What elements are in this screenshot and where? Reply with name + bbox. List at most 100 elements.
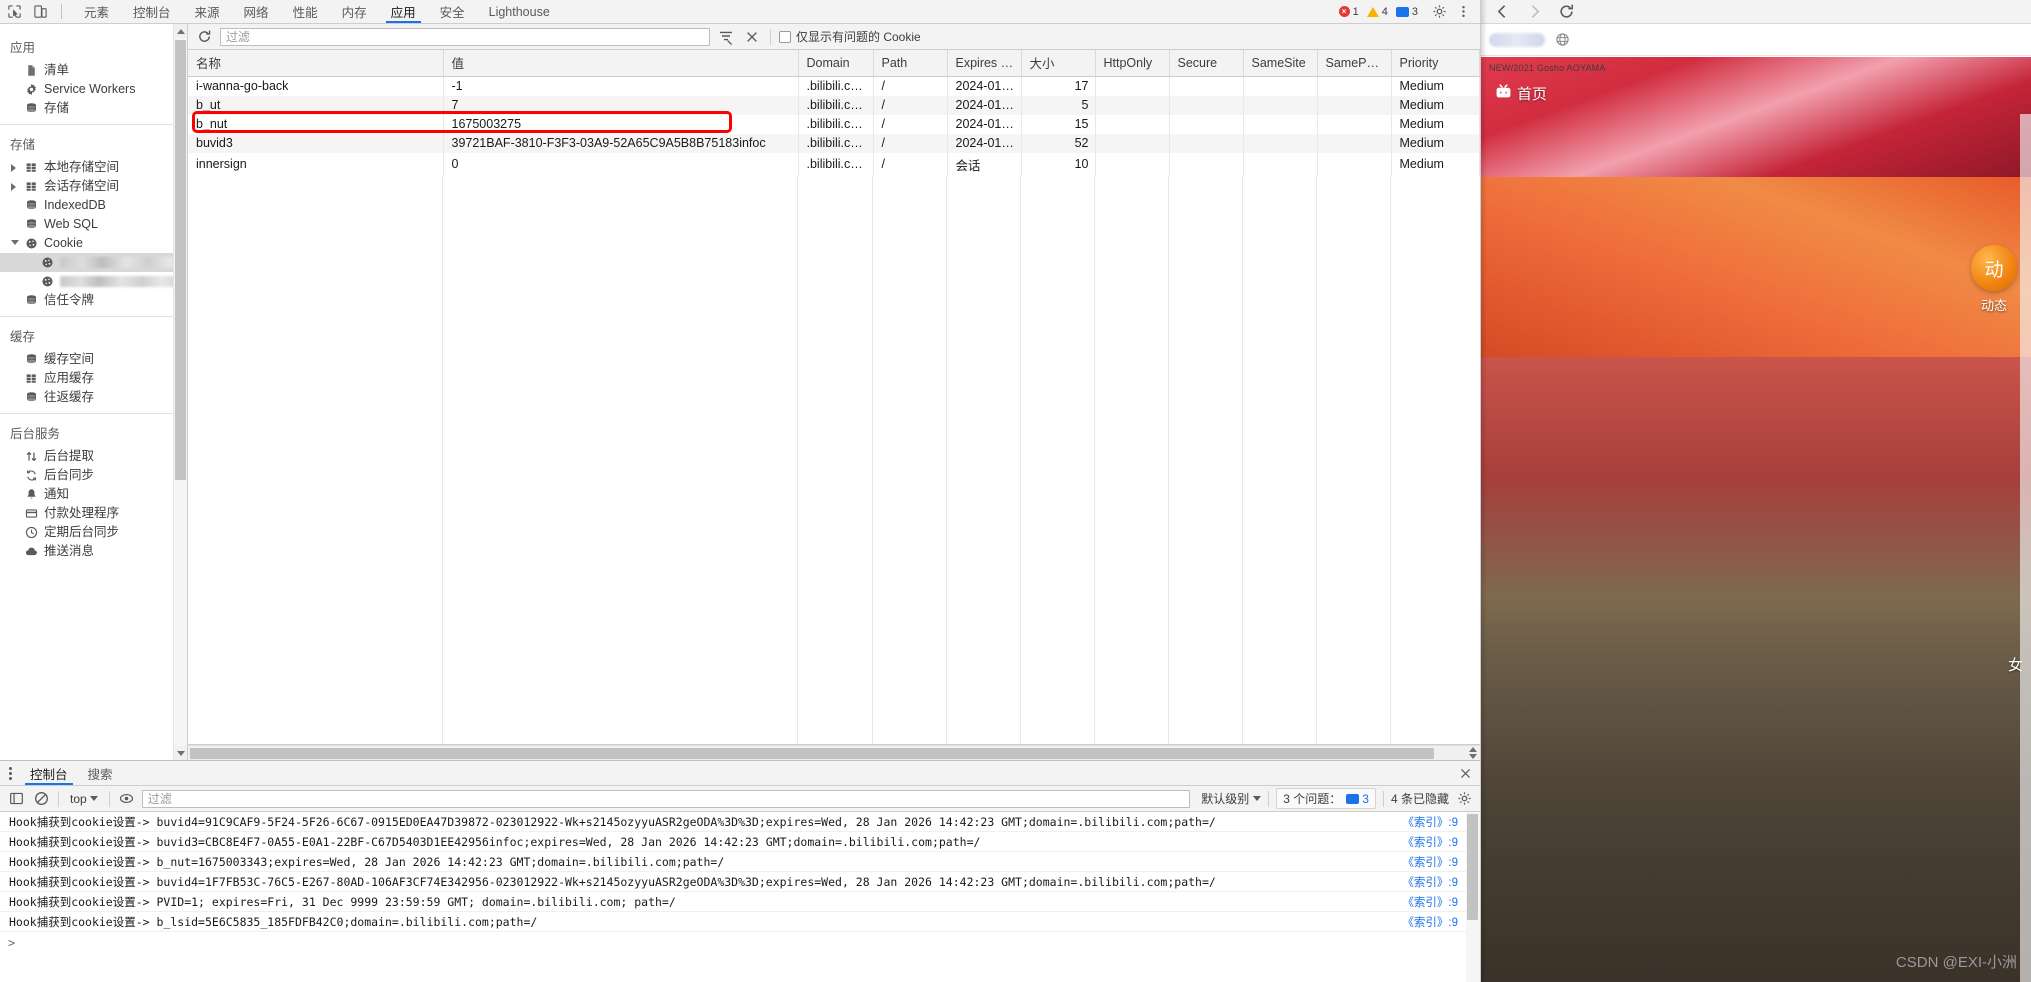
refresh-icon[interactable] (194, 27, 214, 47)
floating-activity-button[interactable]: 动 动态 (1971, 245, 2017, 314)
sidebar-item-session-storage[interactable]: 会话存储空间 (0, 177, 187, 196)
error-badge[interactable]: × 1 (1338, 6, 1359, 18)
sidebar-item-manifest[interactable]: 清单 (0, 61, 187, 80)
sidebar-scroll-thumb[interactable] (175, 40, 186, 480)
sidebar-item-web-sql[interactable]: Web SQL (0, 215, 187, 234)
device-toolbar-icon[interactable] (32, 3, 49, 20)
console-message[interactable]: Hook捕获到cookie设置-> buvid4=91C9CAF9-5F24-5… (0, 812, 1480, 832)
column-header-value[interactable]: 值 (443, 50, 799, 77)
more-vertical-icon[interactable] (0, 761, 20, 785)
checkbox-box[interactable] (779, 30, 791, 43)
console-message[interactable]: Hook捕获到cookie设置-> b_nut=1675003343;expir… (0, 852, 1480, 872)
table-row[interactable]: innersign 0 .bilibili.com / 会话 10 Medium (188, 152, 1480, 176)
console-message[interactable]: Hook捕获到cookie设置-> PVID=1; expires=Fri, 3… (0, 892, 1480, 912)
sidebar-item-cookie[interactable]: Cookie (0, 234, 187, 253)
column-header-expires[interactable]: Expires / ... (947, 50, 1022, 77)
chevron-right-icon[interactable] (11, 163, 16, 172)
scroll-down-icon[interactable] (174, 746, 187, 760)
chevron-right-icon[interactable] (11, 182, 16, 191)
column-header-name[interactable]: 名称 (188, 50, 444, 77)
sidebar-item-periodic-background-sync[interactable]: 定期后台同步 (0, 523, 187, 542)
drawer-tab-console[interactable]: 控制台 (20, 761, 78, 785)
table-row-buvid3[interactable]: buvid3 39721BAF-3810-F3F3-03A9-52A65C9A5… (188, 133, 1480, 153)
sidebar-scrollbar[interactable] (173, 24, 187, 760)
sidebar-item-service-workers[interactable]: Service Workers (0, 80, 187, 99)
tab-network[interactable]: 网络 (232, 0, 281, 23)
console-scrollbar[interactable] (1466, 812, 1480, 982)
clear-filter-icon[interactable] (716, 27, 736, 47)
reload-icon[interactable] (1557, 3, 1575, 21)
sidebar-item-application-cache[interactable]: 应用缓存 (0, 369, 187, 388)
cookie-filter-input[interactable]: 过滤 (220, 27, 710, 46)
console-message-list[interactable]: Hook捕获到cookie设置-> buvid4=91C9CAF9-5F24-5… (0, 812, 1480, 982)
sidebar-item-local-storage[interactable]: 本地存储空间 (0, 158, 187, 177)
console-scroll-thumb[interactable] (1467, 814, 1478, 920)
column-header-domain[interactable]: Domain (798, 50, 874, 77)
console-message[interactable]: Hook捕获到cookie设置-> b_lsid=5E6C5835_185FDF… (0, 912, 1480, 932)
gear-icon[interactable] (1454, 789, 1474, 809)
browser-url-bar[interactable] (1481, 24, 2031, 56)
table-hscroll-thumb[interactable] (190, 747, 1434, 759)
live-expression-icon[interactable] (117, 789, 137, 809)
column-header-sameparty[interactable]: SameParty (1317, 50, 1392, 77)
sidebar-item-indexeddb[interactable]: IndexedDB (0, 196, 187, 215)
sidebar-item-cache-storage[interactable]: 缓存空间 (0, 350, 187, 369)
scroll-down-icon[interactable] (1468, 754, 1477, 759)
sidebar-item-background-fetch[interactable]: 后台提取 (0, 447, 187, 466)
tab-lighthouse[interactable]: Lighthouse (477, 0, 562, 23)
column-header-samesite[interactable]: SameSite (1243, 50, 1318, 77)
console-sidebar-icon[interactable] (6, 789, 26, 809)
inspect-element-icon[interactable] (6, 3, 23, 20)
sidebar-item-notifications[interactable]: 通知 (0, 485, 187, 504)
status-badge-group[interactable]: × 1 4 3 (1333, 6, 1424, 18)
sidebar-item-storage[interactable]: 存储 (0, 99, 187, 118)
console-log-level-selector[interactable]: 默认级别 (1195, 790, 1262, 807)
table-row[interactable]: b_nut 1675003275 .bilibili.com / 2024-01… (188, 114, 1480, 134)
tab-memory[interactable]: 内存 (330, 0, 379, 23)
tab-application[interactable]: 应用 (379, 0, 428, 23)
console-message[interactable]: Hook捕获到cookie设置-> buvid3=CBC8E4F7-0A55-E… (0, 832, 1480, 852)
drawer-tab-search[interactable]: 搜索 (78, 761, 123, 785)
console-filter-input[interactable]: 过滤 (141, 789, 1191, 808)
page-scrollbar[interactable] (2020, 114, 2031, 982)
warning-badge[interactable]: 4 (1366, 6, 1388, 18)
console-issues-button[interactable]: 3 个问题： 3 (1276, 788, 1376, 809)
back-arrow-icon[interactable] (1493, 3, 1511, 21)
clear-all-cookies-icon[interactable] (742, 27, 762, 47)
table-horizontal-scrollbar[interactable] (188, 745, 1480, 760)
sidebar-item-back-forward-cache[interactable]: 往返缓存 (0, 388, 187, 407)
forward-arrow-icon[interactable] (1525, 3, 1543, 21)
only-problematic-cookies-checkbox[interactable]: 仅显示有问题的 Cookie (779, 28, 921, 45)
column-header-priority[interactable]: Priority (1391, 50, 1480, 77)
column-header-httponly[interactable]: HttpOnly (1095, 50, 1170, 77)
sidebar-item-cookie-origin-2[interactable] (0, 272, 187, 291)
scroll-up-icon[interactable] (174, 24, 187, 38)
clear-console-icon[interactable] (31, 789, 51, 809)
tab-security[interactable]: 安全 (428, 0, 477, 23)
console-context-selector[interactable]: top (66, 792, 102, 806)
column-header-size[interactable]: 大小 (1021, 50, 1096, 77)
column-header-path[interactable]: Path (873, 50, 948, 77)
tab-elements[interactable]: 元素 (72, 0, 121, 23)
table-row[interactable]: b_ut 7 .bilibili.com / 2024-01-2... 5 Me… (188, 95, 1480, 115)
sidebar-item-cookie-origin-1[interactable] (0, 253, 187, 272)
home-nav-button[interactable]: 首页 (1495, 83, 1547, 104)
tab-console[interactable]: 控制台 (121, 0, 183, 23)
sidebar-item-trust-tokens[interactable]: 信任令牌 (0, 291, 187, 310)
console-prompt[interactable]: > (0, 932, 1480, 954)
close-icon[interactable] (1450, 761, 1480, 785)
sidebar-item-payment-handler[interactable]: 付款处理程序 (0, 504, 187, 523)
tab-sources[interactable]: 来源 (183, 0, 232, 23)
console-message[interactable]: Hook捕获到cookie设置-> buvid4=1F7FB53C-76C5-E… (0, 872, 1480, 892)
more-vertical-icon[interactable] (1454, 3, 1472, 21)
table-scroll-nub[interactable] (1465, 746, 1480, 760)
chevron-down-icon[interactable] (11, 240, 19, 249)
table-row[interactable]: i-wanna-go-back -1 .bilibili.com / 2024-… (188, 76, 1480, 96)
column-header-secure[interactable]: Secure (1169, 50, 1244, 77)
tab-performance[interactable]: 性能 (281, 0, 330, 23)
sidebar-item-push-messaging[interactable]: 推送消息 (0, 542, 187, 561)
scroll-up-icon[interactable] (1468, 747, 1477, 752)
sidebar-item-background-sync[interactable]: 后台同步 (0, 466, 187, 485)
message-badge[interactable]: 3 (1395, 6, 1418, 18)
gear-icon[interactable] (1430, 3, 1448, 21)
